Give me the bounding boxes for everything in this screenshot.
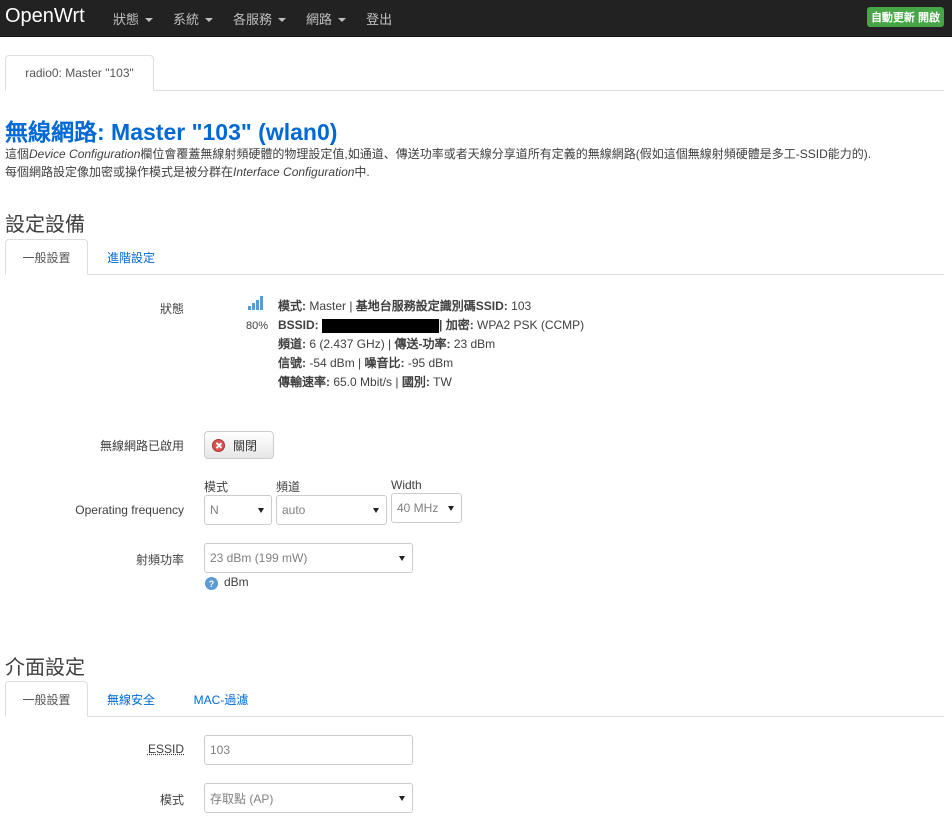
status-enc-key: | 加密: [439,318,474,332]
tab-advanced[interactable]: 進階設定 [95,239,167,275]
txpower-label: 射頻功率 [135,553,184,567]
dropdown-arrow-icon [373,508,379,513]
bssid-redacted [322,318,440,333]
freq-channel-value: auto [282,503,306,517]
status-country-val: TW [429,375,452,389]
status-country-key: 國別: [401,375,430,389]
auto-refresh-toggle[interactable]: 自動更新 開啟 [866,7,944,27]
iface-section-title: 介面設定 [5,657,85,679]
tab-wireless-security[interactable]: 無線安全 [95,681,167,717]
status-label: 狀態 [159,302,184,316]
status-enc-val: WPA2 PSK (CCMP) [473,318,585,332]
signal-percent: 80% [246,320,269,332]
dropdown-arrow-icon [399,556,405,561]
menu-network-label: 網路 [306,12,333,27]
brand-logo[interactable]: OpenWrt [5,5,85,28]
radio-tabbar: radio0: Master "103" [5,55,944,91]
freq-channel-label: 頻道 [276,480,301,494]
tab-radio0[interactable]: radio0: Master "103" [5,55,154,91]
desc-iface-config: Interface Configuration [233,165,355,179]
dropdown-arrow-icon [448,506,454,511]
chevron-down-icon [145,17,154,22]
desc-text-2: 欄位會覆蓋無線射頻硬體的物理設定值,如通道、傳送功率或者天線分享道所有定義的無線… [140,147,872,161]
disable-button-label: 關閉 [233,438,258,453]
wireless-enabled-label: 無線網路已啟用 [99,439,184,453]
menu-services-label: 各服務 [233,12,273,27]
status-signal-val: -54 dBm | [306,356,365,370]
tab-mac-filter[interactable]: MAC-過濾 [181,681,261,717]
top-navbar: OpenWrt 狀態 系統 各服務 網路 登出 自動更新 開啟 [0,0,952,37]
menu-status[interactable]: 狀態 [103,0,163,37]
status-line-channel: 頻道: 6 (2.437 GHz) | 傳送-功率: 23 dBm [278,335,584,354]
chevron-down-icon [278,17,287,22]
menu-system-label: 系統 [173,12,200,27]
status-txpower-val: 23 dBm [450,337,496,351]
txpower-value: 23 dBm (199 mW) [210,551,308,565]
status-line-bssid: BSSID: | 加密: WPA2 PSK (CCMP) [278,316,584,335]
txpower-select[interactable]: 23 dBm (199 mW) [204,543,413,573]
dropdown-arrow-icon [258,508,264,513]
essid-input[interactable]: 103 [204,735,413,765]
status-mode-val: Master | [306,299,356,313]
wireless-status: 模式: Master | 基地台服務設定識別碼SSID: 103 BSSID: … [278,297,584,392]
status-line-bitrate: 傳輸速率: 65.0 Mbit/s | 國別: TW [278,373,584,392]
iface-mode-label: 模式 [159,793,184,807]
essid-label: ESSID [147,742,184,756]
page-description: 這個Device Configuration欄位會覆蓋無線射頻硬體的物理設定值,… [5,145,950,181]
status-noise-key: 噪音比: [364,356,405,370]
desc-text-3: 每個網路設定像加密或操作模式是被分群在 [5,165,234,179]
status-ssid-key: 基地台服務設定識別碼SSID: [355,299,508,313]
desc-text-4: 中. [354,165,370,179]
freq-mode-value: N [210,503,219,517]
chevron-down-icon [338,17,347,22]
freq-width-select[interactable]: 40 MHz [391,493,462,523]
iface-mode-value: 存取點 (AP) [210,791,274,806]
status-line-signal: 信號: -54 dBm | 噪音比: -95 dBm [278,354,584,373]
help-icon: ? [205,577,218,590]
status-bssid-key: BSSID: [278,318,319,332]
status-signal-key: 信號: [278,356,306,370]
freq-channel-select[interactable]: auto [276,495,387,525]
txpower-help-text: dBm [224,575,249,589]
chevron-down-icon [205,17,214,22]
freq-mode-select[interactable]: N [204,495,272,525]
dropdown-arrow-icon [399,796,405,801]
menu-logout[interactable]: 登出 [356,0,402,37]
menu-services[interactable]: 各服務 [223,0,296,37]
status-bitrate-key: 傳輸速率: [278,375,330,389]
disable-wireless-button[interactable]: 關閉 [204,431,274,459]
status-noise-val: -95 dBm [404,356,454,370]
iface-tabbar: 一般設置 無線安全 MAC-過濾 [5,681,944,717]
status-line-mode: 模式: Master | 基地台服務設定識別碼SSID: 103 [278,297,584,316]
status-mode-key: 模式: [278,299,306,313]
freq-width-label: Width [391,478,422,492]
tab-iface-general[interactable]: 一般設置 [5,681,88,717]
operating-frequency-label: Operating frequency [75,503,184,517]
status-bitrate-val: 65.0 Mbit/s | [330,375,402,389]
device-section-title: 設定設備 [5,214,85,236]
freq-width-value: 40 MHz [397,501,439,515]
desc-text-1: 這個 [5,147,30,161]
iface-mode-select[interactable]: 存取點 (AP) [204,783,413,813]
menu-status-label: 狀態 [113,12,140,27]
status-txpower-key: 傳送-功率: [394,337,451,351]
essid-value: 103 [210,743,231,757]
status-ssid-val: 103 [507,299,532,313]
tab-general[interactable]: 一般設置 [5,239,88,275]
menu-logout-label: 登出 [366,12,393,27]
page-title: 無線網路: Master "103" (wlan0) [5,119,338,145]
stop-icon [212,438,225,452]
status-channel-key: 頻道: [278,337,306,351]
desc-device-config: Device Configuration [29,147,141,161]
menu-system[interactable]: 系統 [163,0,223,37]
menu-network[interactable]: 網路 [296,0,356,37]
signal-strength-icon [248,296,263,310]
status-channel-val: 6 (2.437 GHz) | [306,337,395,351]
device-tabbar: 一般設置 進階設定 [5,239,944,275]
freq-mode-label: 模式 [204,480,229,494]
main-menu: 狀態 系統 各服務 網路 登出 [103,0,402,37]
